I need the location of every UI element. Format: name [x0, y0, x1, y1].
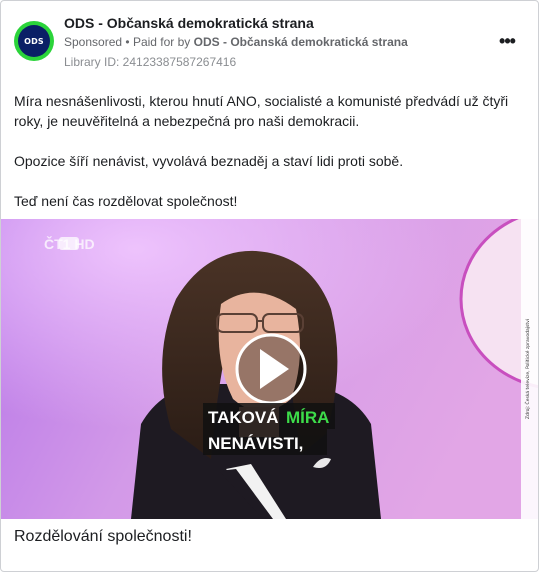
- side-credit: Zdroj: Česká televize, Politické zpravod…: [524, 318, 531, 419]
- ods-logo: ODS: [18, 25, 50, 57]
- video-frame: Zdroj: Česká televize, Politické zpravod…: [1, 219, 538, 519]
- post-paragraph: Opozice šíří nenávist, vyvolává beznaděj…: [14, 153, 404, 169]
- post-paragraph: Teď není čas rozdělovat společnost!: [14, 193, 238, 209]
- subtitle-line1-green: MÍRA: [286, 408, 329, 427]
- more-options-button[interactable]: •••: [495, 31, 519, 51]
- separator-dot: •: [125, 35, 133, 49]
- video-caption[interactable]: Rozdělování společnosti!: [14, 528, 192, 546]
- ad-header: ODS ODS - Občanská demokratická strana S…: [1, 1, 538, 81]
- sponsored-label: Sponsored: [64, 35, 123, 49]
- subtitle-line1-white: TAKOVÁ: [208, 408, 279, 427]
- channel-logo: ČT1 HD: [44, 235, 95, 252]
- post-text: Míra nesnášenlivosti, kterou hnutí ANO, …: [14, 91, 526, 231]
- video-player[interactable]: Zdroj: Česká televize, Politické zpravod…: [1, 219, 538, 519]
- page-name[interactable]: ODS - Občanská demokratická strana: [64, 15, 314, 31]
- sponsored-line: Sponsored • Paid for by ODS - Občanská d…: [64, 35, 408, 49]
- play-button[interactable]: [235, 333, 307, 405]
- avatar[interactable]: ODS: [14, 21, 54, 61]
- subtitle-line2: NENÁVISTI,: [208, 434, 303, 453]
- ad-card: ODS ODS - Občanská demokratická strana S…: [0, 0, 539, 572]
- library-id: Library ID: 24123387587267416: [64, 55, 237, 69]
- more-options-icon: •••: [499, 31, 516, 51]
- avatar-text: ODS: [24, 36, 44, 46]
- paid-for-prefix: Paid for by: [132, 35, 191, 49]
- paid-for-name: ODS - Občanská demokratická strana: [193, 35, 408, 49]
- post-paragraph: Míra nesnášenlivosti, kterou hnutí ANO, …: [14, 93, 509, 129]
